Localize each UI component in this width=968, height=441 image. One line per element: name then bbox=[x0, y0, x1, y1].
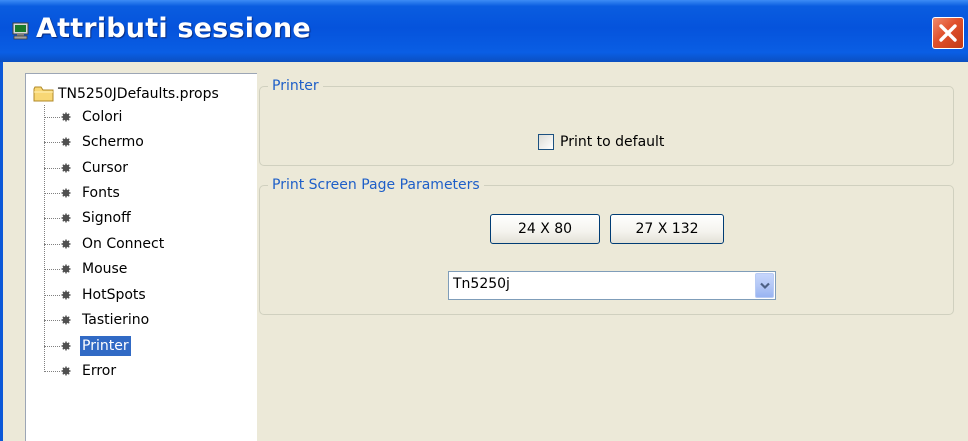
tree-item-label: HotSpots bbox=[82, 287, 146, 303]
print-screen-group-title: Print Screen Page Parameters bbox=[268, 176, 484, 194]
folder-icon bbox=[33, 86, 54, 102]
tree-item-cursor[interactable]: Cursor bbox=[44, 158, 130, 178]
tree-root-label: TN5250JDefaults.props bbox=[58, 86, 219, 102]
chevron-down-icon bbox=[760, 282, 770, 290]
window-title: Attributi sessione bbox=[36, 13, 311, 44]
gear-icon bbox=[61, 290, 71, 300]
tree-item-label: Error bbox=[82, 363, 117, 379]
dropdown-button[interactable] bbox=[755, 273, 774, 298]
gear-icon bbox=[61, 366, 71, 376]
size-24x80-button[interactable]: 24 X 80 bbox=[490, 214, 600, 244]
close-button[interactable] bbox=[932, 17, 964, 49]
tree-root[interactable]: TN5250JDefaults.props bbox=[33, 83, 219, 105]
title-bar[interactable]: Attributi sessione bbox=[0, 0, 968, 62]
gear-icon bbox=[61, 163, 71, 173]
tree-item-label: Tastierino bbox=[82, 312, 150, 328]
gear-icon bbox=[61, 112, 71, 122]
terminal-icon bbox=[12, 22, 29, 40]
print-to-default-option[interactable]: Print to default bbox=[538, 132, 664, 152]
print-screen-groupbox: Print Screen Page Parameters 24 X 80 27 … bbox=[259, 176, 954, 315]
tree-item-printer[interactable]: Printer bbox=[44, 336, 131, 356]
tree-item-colori[interactable]: Colori bbox=[44, 107, 124, 127]
tree-item-hotspots[interactable]: HotSpots bbox=[44, 285, 148, 305]
gear-icon bbox=[61, 188, 71, 198]
tree-item-mouse[interactable]: Mouse bbox=[44, 259, 129, 279]
tree-item-schermo[interactable]: Schermo bbox=[44, 132, 146, 152]
gear-icon bbox=[61, 264, 71, 274]
tree-item-label: Signoff bbox=[82, 210, 131, 226]
size-27x132-button[interactable]: 27 X 132 bbox=[610, 214, 724, 244]
gear-icon bbox=[61, 239, 71, 249]
gear-icon bbox=[61, 213, 71, 223]
tree-item-on-connect[interactable]: On Connect bbox=[44, 234, 166, 254]
close-icon bbox=[939, 24, 957, 42]
print-to-default-checkbox[interactable] bbox=[538, 134, 554, 150]
tree-item-fonts[interactable]: Fonts bbox=[44, 183, 122, 203]
gear-icon bbox=[61, 315, 71, 325]
gear-icon bbox=[61, 341, 71, 351]
tree-item-tastierino[interactable]: Tastierino bbox=[44, 310, 151, 330]
tree-item-label: Schermo bbox=[82, 134, 144, 150]
tree-item-label: Printer bbox=[80, 336, 131, 356]
tree-item-label: Fonts bbox=[82, 185, 120, 201]
printer-group-title: Printer bbox=[268, 77, 323, 95]
printer-groupbox: Printer Print to default bbox=[259, 77, 954, 166]
tree-item-error[interactable]: Error bbox=[44, 361, 118, 381]
printer-select[interactable]: Tn5250j bbox=[448, 271, 776, 300]
tree-item-label: Cursor bbox=[82, 160, 129, 176]
window-border bbox=[0, 62, 3, 441]
gear-icon bbox=[61, 137, 71, 147]
tree-item-label: Colori bbox=[82, 109, 123, 125]
tree-item-label: On Connect bbox=[82, 236, 165, 252]
printer-select-value: Tn5250j bbox=[453, 276, 510, 292]
print-to-default-label: Print to default bbox=[560, 134, 665, 150]
tree-item-signoff[interactable]: Signoff bbox=[44, 208, 133, 228]
tree-item-label: Mouse bbox=[82, 261, 128, 277]
settings-tree[interactable]: TN5250JDefaults.props Colori Schermo Cur… bbox=[25, 73, 257, 441]
